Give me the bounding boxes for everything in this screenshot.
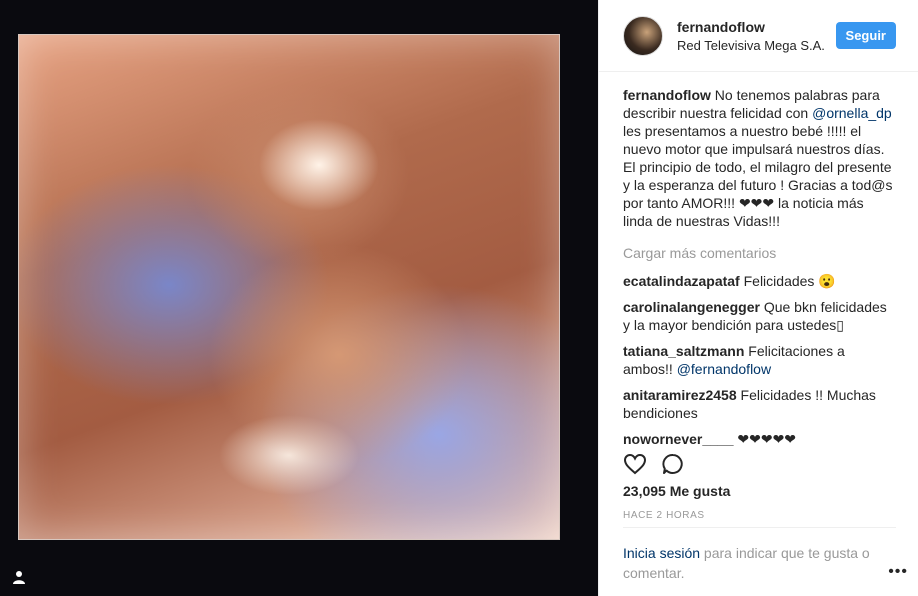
person-icon[interactable]	[12, 570, 26, 584]
divider	[623, 527, 896, 528]
comment-username[interactable]: anitaramirez2458	[623, 387, 737, 403]
post-header: fernandoflow Red Televisiva Mega S.A. Se…	[599, 0, 918, 72]
caption-text-2: les presentamos a nuestro bebé !!!!! el …	[623, 123, 893, 229]
like-count[interactable]: 23,095 Me gusta	[623, 483, 730, 499]
caption-username[interactable]: fernandoflow	[623, 87, 711, 103]
list-item: tatiana_saltzmann Felicitaciones a ambos…	[623, 342, 896, 378]
comment-bubble-icon[interactable]	[661, 452, 685, 476]
comment-username[interactable]: tatiana_saltzmann	[623, 343, 744, 359]
post-media[interactable]	[0, 0, 598, 596]
action-bar	[623, 452, 685, 476]
comment-username[interactable]: nowornever____	[623, 431, 734, 447]
location[interactable]: Red Televisiva Mega S.A.	[677, 38, 836, 53]
avatar[interactable]	[623, 15, 663, 56]
comment-username[interactable]: ecatalindazapataf	[623, 273, 740, 289]
comments-section: fernandoflow No tenemos palabras para de…	[599, 72, 918, 448]
timestamp[interactable]: HACE 2 HORAS	[623, 510, 705, 521]
login-link[interactable]: Inicia sesión	[623, 545, 700, 561]
list-item: ecatalindazapataf Felicidades 😮	[623, 272, 896, 290]
post-panel: fernandoflow Red Televisiva Mega S.A. Se…	[598, 0, 918, 596]
header-text: fernandoflow Red Televisiva Mega S.A.	[677, 19, 836, 53]
heart-icon[interactable]	[623, 452, 647, 476]
ultrasound-image	[18, 34, 560, 540]
login-prompt: Inicia sesión para indicar que te gusta …	[623, 543, 873, 583]
more-options-button[interactable]: •••	[888, 563, 908, 581]
caption-mention[interactable]: @ornella_dp	[812, 105, 892, 121]
caption: fernandoflow No tenemos palabras para de…	[623, 86, 896, 230]
username[interactable]: fernandoflow	[677, 19, 836, 35]
comment-username[interactable]: carolinalangenegger	[623, 299, 760, 315]
follow-button[interactable]: Seguir	[835, 22, 896, 49]
instagram-post: fernandoflow Red Televisiva Mega S.A. Se…	[0, 0, 918, 596]
list-item: anitaramirez2458 Felicidades !! Muchas b…	[623, 386, 896, 422]
comment-mention[interactable]: @fernandoflow	[677, 361, 771, 377]
list-item: carolinalangenegger Que bkn felicidades …	[623, 298, 896, 334]
list-item: nowornever____ ❤❤❤❤❤	[623, 430, 896, 448]
load-more-comments[interactable]: Cargar más comentarios	[623, 244, 896, 262]
comment-text: Felicidades 😮	[739, 273, 836, 289]
comment-text: ❤❤❤❤❤	[733, 431, 797, 447]
